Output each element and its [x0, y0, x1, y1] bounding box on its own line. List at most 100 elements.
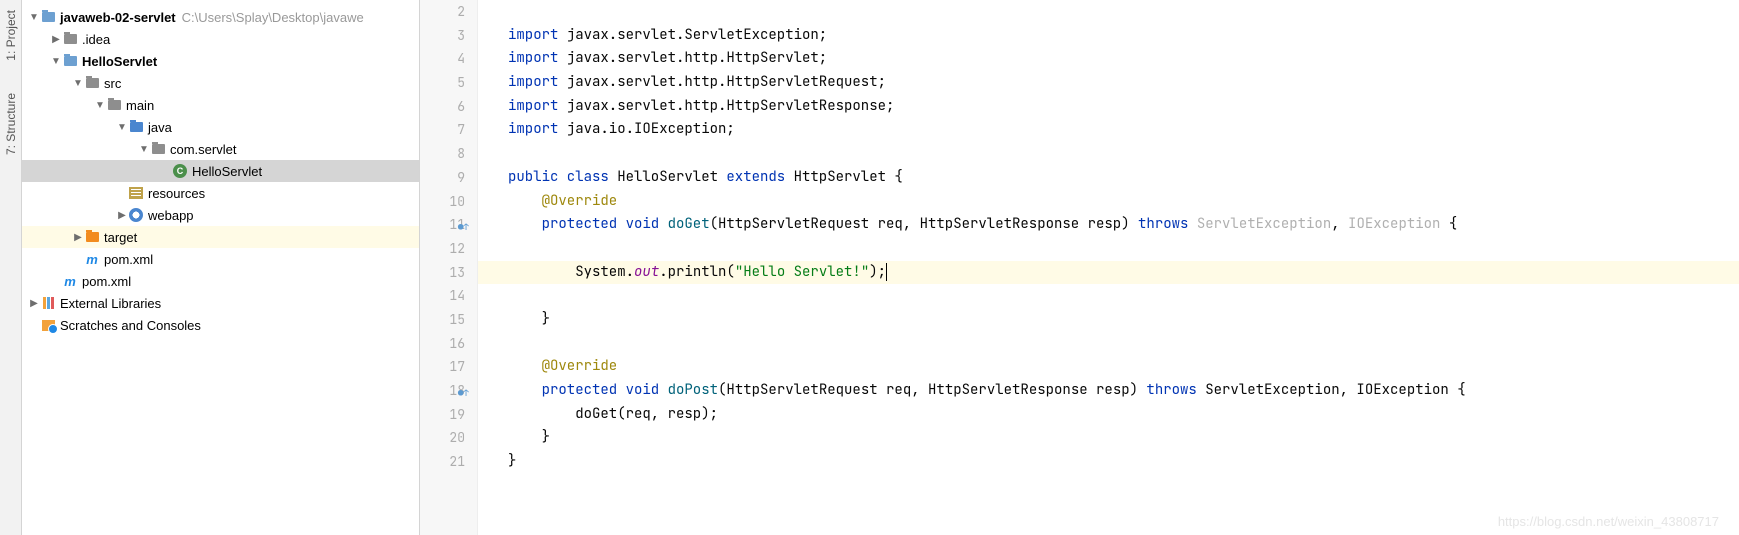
- tree-root[interactable]: ▼ javaweb-02-servlet C:\Users\Splay\Desk…: [22, 6, 419, 28]
- code-line[interactable]: }: [508, 426, 1739, 450]
- source-folder-icon: [128, 119, 144, 135]
- tree-class-helloservlet[interactable]: C HelloServlet: [22, 160, 419, 182]
- editor-gutter[interactable]: 234567891011●↑12131415161718●↑192021: [420, 0, 478, 535]
- class-icon: C: [172, 163, 188, 179]
- watermark: https://blog.csdn.net/weixin_43808717: [1498, 514, 1719, 529]
- gutter-line[interactable]: 19: [420, 403, 465, 427]
- tree-module[interactable]: ▼ HelloServlet: [22, 50, 419, 72]
- gutter-line[interactable]: 4: [420, 47, 465, 71]
- code-line[interactable]: doGet(req, resp);: [508, 403, 1739, 427]
- tree-label: HelloServlet: [82, 54, 157, 69]
- gutter-line[interactable]: 17: [420, 355, 465, 379]
- tree-pom-outer[interactable]: m pom.xml: [22, 270, 419, 292]
- code-line[interactable]: public class HelloServlet extends HttpSe…: [508, 166, 1739, 190]
- code-line[interactable]: }: [508, 450, 1739, 474]
- gutter-line[interactable]: 18●↑: [420, 379, 465, 403]
- chevron-down-icon[interactable]: ▼: [28, 12, 40, 23]
- tree-scratches[interactable]: Scratches and Consoles: [22, 314, 419, 336]
- chevron-down-icon[interactable]: ▼: [94, 100, 106, 111]
- code-line[interactable]: protected void doPost(HttpServletRequest…: [508, 379, 1739, 403]
- chevron-right-icon[interactable]: ▶: [28, 298, 40, 309]
- editor-code-area[interactable]: import javax.servlet.ServletException;im…: [478, 0, 1739, 535]
- tree-pom-inner[interactable]: m pom.xml: [22, 248, 419, 270]
- tree-label: pom.xml: [82, 274, 131, 289]
- code-line[interactable]: protected void doGet(HttpServletRequest …: [508, 213, 1739, 237]
- project-tree[interactable]: ▼ javaweb-02-servlet C:\Users\Splay\Desk…: [22, 0, 420, 535]
- tree-external-libraries[interactable]: ▶ External Libraries: [22, 292, 419, 314]
- gutter-line[interactable]: 3: [420, 24, 465, 48]
- maven-icon: m: [62, 273, 78, 289]
- tree-label: resources: [148, 186, 205, 201]
- folder-icon: [62, 31, 78, 47]
- gutter-line[interactable]: 8: [420, 142, 465, 166]
- libraries-icon: [40, 295, 56, 311]
- code-line[interactable]: import javax.servlet.http.HttpServlet;: [508, 47, 1739, 71]
- tree-label: Scratches and Consoles: [60, 318, 201, 333]
- chevron-right-icon[interactable]: ▶: [116, 210, 128, 221]
- gutter-line[interactable]: 9: [420, 166, 465, 190]
- tree-webapp[interactable]: ▶ webapp: [22, 204, 419, 226]
- tree-label: main: [126, 98, 154, 113]
- target-folder-icon: [84, 229, 100, 245]
- gutter-line[interactable]: 7: [420, 118, 465, 142]
- tree-src[interactable]: ▼ src: [22, 72, 419, 94]
- tree-label: HelloServlet: [192, 164, 262, 179]
- code-line[interactable]: [508, 0, 1739, 24]
- gutter-line[interactable]: 5: [420, 71, 465, 95]
- gutter-line[interactable]: 11●↑: [420, 213, 465, 237]
- tree-label: External Libraries: [60, 296, 161, 311]
- code-line[interactable]: [508, 332, 1739, 356]
- gutter-line[interactable]: 14: [420, 284, 465, 308]
- code-line[interactable]: @Override: [508, 355, 1739, 379]
- folder-icon: [106, 97, 122, 113]
- chevron-down-icon[interactable]: ▼: [138, 144, 150, 155]
- chevron-down-icon[interactable]: ▼: [116, 122, 128, 133]
- tree-target[interactable]: ▶ target: [22, 226, 419, 248]
- package-icon: [150, 141, 166, 157]
- tree-java[interactable]: ▼ java: [22, 116, 419, 138]
- code-line[interactable]: @Override: [508, 190, 1739, 214]
- chevron-down-icon[interactable]: ▼: [50, 56, 62, 67]
- tool-window-tabs: 1: Project 7: Structure: [0, 0, 22, 535]
- code-line[interactable]: [508, 284, 1739, 308]
- code-line[interactable]: import java.io.IOException;: [508, 118, 1739, 142]
- tab-project[interactable]: 1: Project: [2, 4, 20, 67]
- chevron-down-icon[interactable]: ▼: [72, 78, 84, 89]
- code-line[interactable]: [508, 142, 1739, 166]
- scratches-icon: [40, 317, 56, 333]
- folder-icon: [84, 75, 100, 91]
- gutter-line[interactable]: 6: [420, 95, 465, 119]
- tree-label: javaweb-02-servlet: [60, 10, 176, 25]
- tree-main[interactable]: ▼ main: [22, 94, 419, 116]
- code-line[interactable]: import javax.servlet.ServletException;: [508, 24, 1739, 48]
- tree-idea[interactable]: ▶ .idea: [22, 28, 419, 50]
- code-line[interactable]: }: [508, 308, 1739, 332]
- code-line[interactable]: System.out.println("Hello Servlet!");: [478, 261, 1739, 285]
- code-line[interactable]: import javax.servlet.http.HttpServletReq…: [508, 71, 1739, 95]
- tree-label: src: [104, 76, 121, 91]
- gutter-line[interactable]: 20: [420, 426, 465, 450]
- tree-label: com.servlet: [170, 142, 236, 157]
- resources-icon: [128, 185, 144, 201]
- module-icon: [62, 53, 78, 69]
- gutter-line[interactable]: 12: [420, 237, 465, 261]
- tree-resources[interactable]: resources: [22, 182, 419, 204]
- tree-label: target: [104, 230, 137, 245]
- code-line[interactable]: [508, 237, 1739, 261]
- chevron-right-icon[interactable]: ▶: [50, 34, 62, 45]
- tab-structure[interactable]: 7: Structure: [2, 87, 20, 161]
- module-icon: [40, 9, 56, 25]
- maven-icon: m: [84, 251, 100, 267]
- gutter-line[interactable]: 21: [420, 450, 465, 474]
- code-line[interactable]: import javax.servlet.http.HttpServletRes…: [508, 95, 1739, 119]
- gutter-line[interactable]: 10: [420, 190, 465, 214]
- code-editor[interactable]: 234567891011●↑12131415161718●↑192021 imp…: [420, 0, 1739, 535]
- tree-package[interactable]: ▼ com.servlet: [22, 138, 419, 160]
- chevron-right-icon[interactable]: ▶: [72, 232, 84, 243]
- gutter-line[interactable]: 2: [420, 0, 465, 24]
- gutter-line[interactable]: 13: [420, 261, 465, 285]
- gutter-line[interactable]: 15: [420, 308, 465, 332]
- spacer: [116, 188, 128, 199]
- tree-label: .idea: [82, 32, 110, 47]
- gutter-line[interactable]: 16: [420, 332, 465, 356]
